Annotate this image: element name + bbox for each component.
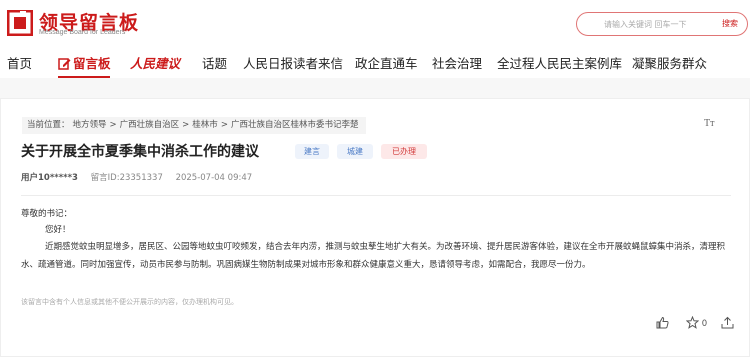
post-title: 关于开展全市夏季集中消杀工作的建议 [21, 144, 259, 160]
message-card: 当前位置： 地方领导 > 广西壮族自治区 > 桂林市 > 广西壮族自治区桂林市委书记李楚 Tт… [0, 98, 750, 357]
post-meta: 用户10*****3 留言ID:23351337 2025-07-04 09:4… [21, 171, 252, 183]
breadcrumb-separator: > [182, 120, 190, 130]
post-greeting: 您好！ [45, 225, 71, 235]
nav-item-message-board-label: 留言板 [73, 56, 111, 71]
breadcrumb-prefix: 当前位置： [27, 120, 70, 130]
divider [21, 195, 731, 196]
post-user: 用户10*****3 [21, 173, 78, 183]
nav-item-topics[interactable]: 话题 [202, 53, 227, 72]
nav-item-serve-masses[interactable]: 凝聚服务群众 [632, 53, 707, 72]
search-button[interactable]: 搜索 [722, 18, 738, 29]
nav-item-people-suggestion[interactable]: 人民建议 [130, 53, 180, 72]
status-badge: 已办理 [381, 144, 427, 159]
nav-item-message-board[interactable]: 留言板 [58, 53, 111, 72]
breadcrumb-item[interactable]: 广西壮族自治区 [120, 120, 180, 130]
breadcrumb-item[interactable]: 广西壮族自治区桂林市委书记李楚 [231, 120, 359, 130]
tag-suggestion: 建言 [295, 144, 329, 159]
breadcrumb: 当前位置： 地方领导 > 广西壮族自治区 > 桂林市 > 广西壮族自治区桂林市委书记李楚 [22, 117, 367, 134]
breadcrumb-item[interactable]: 地方领导 [73, 120, 107, 130]
share-icon [721, 316, 734, 329]
share-button[interactable] [721, 316, 734, 332]
logo-subtitle: Message Board for Leaders [39, 29, 126, 36]
nav-item-home[interactable]: 首页 [7, 53, 32, 72]
privacy-disclaimer: 该留言中含有个人信息或其他不便公开展示的内容，仅办理机构可见。 [21, 298, 238, 306]
favorite-button[interactable]: 0 [685, 315, 708, 332]
post-date: 2025-07-04 09:47 [175, 173, 253, 183]
nav-item-enterprise-express[interactable]: 政企直通车 [355, 53, 418, 72]
font-size-toggle[interactable]: Tт [704, 118, 714, 129]
tag-urban-construction: 城建 [337, 144, 373, 159]
site-logo[interactable]: 领导留言板 Message Board for Leaders [7, 8, 138, 38]
main-nav: 首页 留言板 人民建议 话题 人民日报读者来信 政企直通车 社会治理 全过程人民… [0, 46, 750, 78]
post-body: 近期感觉蚊虫明显增多，居民区、公园等地蚊虫叮咬频发，结合去年内涝，推测与蚊虫孳生… [21, 242, 726, 270]
favorite-count: 0 [701, 319, 708, 329]
breadcrumb-separator: > [220, 120, 228, 130]
nav-active-indicator [58, 76, 110, 78]
search-box: 搜索 [576, 12, 748, 36]
edit-icon [58, 58, 71, 70]
nav-item-readers-letters[interactable]: 人民日报读者来信 [243, 53, 343, 72]
thumbs-up-icon [656, 316, 669, 329]
star-icon [685, 315, 700, 329]
logo-mark-icon [7, 10, 33, 36]
post-message-id: 留言ID:23351337 [90, 173, 163, 183]
search-input[interactable] [604, 15, 704, 33]
breadcrumb-item[interactable]: 桂林市 [192, 120, 218, 130]
like-button[interactable] [656, 316, 669, 332]
breadcrumb-separator: > [109, 120, 117, 130]
nav-item-social-governance[interactable]: 社会治理 [432, 53, 482, 72]
post-salutation: 尊敬的书记： [21, 209, 73, 219]
site-header: 领导留言板 Message Board for Leaders 搜索 [0, 0, 750, 46]
nav-item-democracy-cases[interactable]: 全过程人民民主案例库 [497, 53, 622, 72]
